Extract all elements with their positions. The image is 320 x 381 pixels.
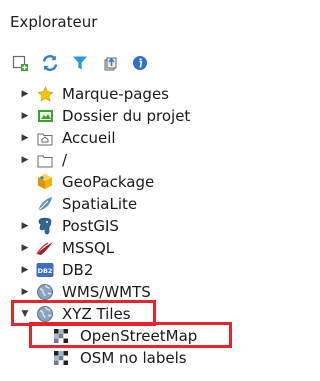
postgis-icon [36, 217, 54, 235]
tree-item-label: OpenStreetMap [80, 327, 198, 345]
xyz-tile-icon [52, 349, 70, 367]
svg-text:DB2: DB2 [38, 267, 53, 275]
expand-arrow-icon[interactable]: ▶ [20, 154, 30, 166]
tree-item-label: WMS/WMTS [62, 283, 151, 301]
tree-item-bookmarks[interactable]: ▶ Marque-pages [0, 83, 271, 105]
tree-item-label: Accueil [62, 129, 116, 147]
db2-icon: DB2 [36, 261, 54, 279]
tree-item-home[interactable]: ▶ Accueil [0, 127, 271, 149]
expand-arrow-icon[interactable]: ▶ [20, 132, 30, 144]
tree-item-spatialite[interactable]: SpatiaLite [0, 193, 271, 215]
tree-item-label: XYZ Tiles [62, 305, 131, 323]
star-icon [36, 85, 54, 103]
tree-item-db2[interactable]: ▶ DB2 DB2 [0, 259, 271, 281]
tree-item-label: / [62, 151, 68, 169]
tree-item-openstreetmap[interactable]: OpenStreetMap [0, 325, 271, 347]
add-layer-button[interactable] [10, 53, 30, 73]
filter-icon [73, 56, 87, 70]
refresh-icon [42, 55, 58, 71]
collapse-all-button[interactable] [100, 53, 120, 73]
folder-icon [36, 151, 54, 169]
tree-item-label: Dossier du projet [62, 107, 191, 125]
filter-button[interactable] [70, 53, 90, 73]
tree-item-label: Marque-pages [62, 85, 169, 103]
tree-item-project-folder[interactable]: ▶ Dossier du projet [0, 105, 271, 127]
tree-item-root[interactable]: ▶ / [0, 149, 271, 171]
tree-item-mssql[interactable]: ▶ MSSQL [0, 237, 271, 259]
tree-item-label: PostGIS [62, 217, 119, 235]
expand-arrow-icon[interactable]: ▶ [20, 88, 30, 100]
tree-item-geopackage[interactable]: GeoPackage [0, 171, 271, 193]
refresh-button[interactable] [40, 53, 60, 73]
properties-button[interactable] [130, 53, 150, 73]
tree-item-label: OSM no labels [80, 349, 187, 367]
project-folder-icon [36, 107, 54, 125]
info-icon [133, 56, 147, 70]
spatialite-icon [36, 195, 54, 213]
browser-panel: Explorateur ▶ Marque-pages ▶ Dossier du … [0, 0, 271, 381]
xyz-tile-icon [52, 327, 70, 345]
expand-arrow-icon[interactable]: ▶ [20, 110, 30, 122]
expand-arrow-icon[interactable]: ▶ [20, 286, 30, 298]
expand-arrow-icon[interactable]: ▶ [20, 264, 30, 276]
expand-arrow-icon[interactable]: ▶ [20, 242, 30, 254]
tree-item-osm-no-labels[interactable]: OSM no labels [0, 347, 271, 369]
expand-arrow-icon[interactable]: ▶ [20, 220, 30, 232]
panel-title: Explorateur [10, 13, 98, 31]
collapse-all-icon [104, 57, 117, 71]
tree-item-label: GeoPackage [62, 173, 155, 191]
tree-item-label: DB2 [62, 261, 94, 279]
geopackage-icon [36, 173, 54, 191]
tree-item-postgis[interactable]: ▶ PostGIS [0, 215, 271, 237]
globe-icon [36, 283, 54, 301]
tree-item-wms-wmts[interactable]: ▶ WMS/WMTS [0, 281, 271, 303]
tree-item-xyz-tiles[interactable]: ▼ XYZ Tiles [0, 303, 271, 325]
home-folder-icon [36, 129, 54, 147]
mssql-icon [36, 239, 54, 257]
collapse-arrow-icon[interactable]: ▼ [20, 308, 30, 320]
globe-icon [36, 305, 54, 323]
add-layer-icon [12, 55, 28, 71]
tree-item-label: MSSQL [62, 239, 115, 257]
browser-toolbar [10, 53, 260, 73]
tree-item-label: SpatiaLite [62, 195, 138, 213]
